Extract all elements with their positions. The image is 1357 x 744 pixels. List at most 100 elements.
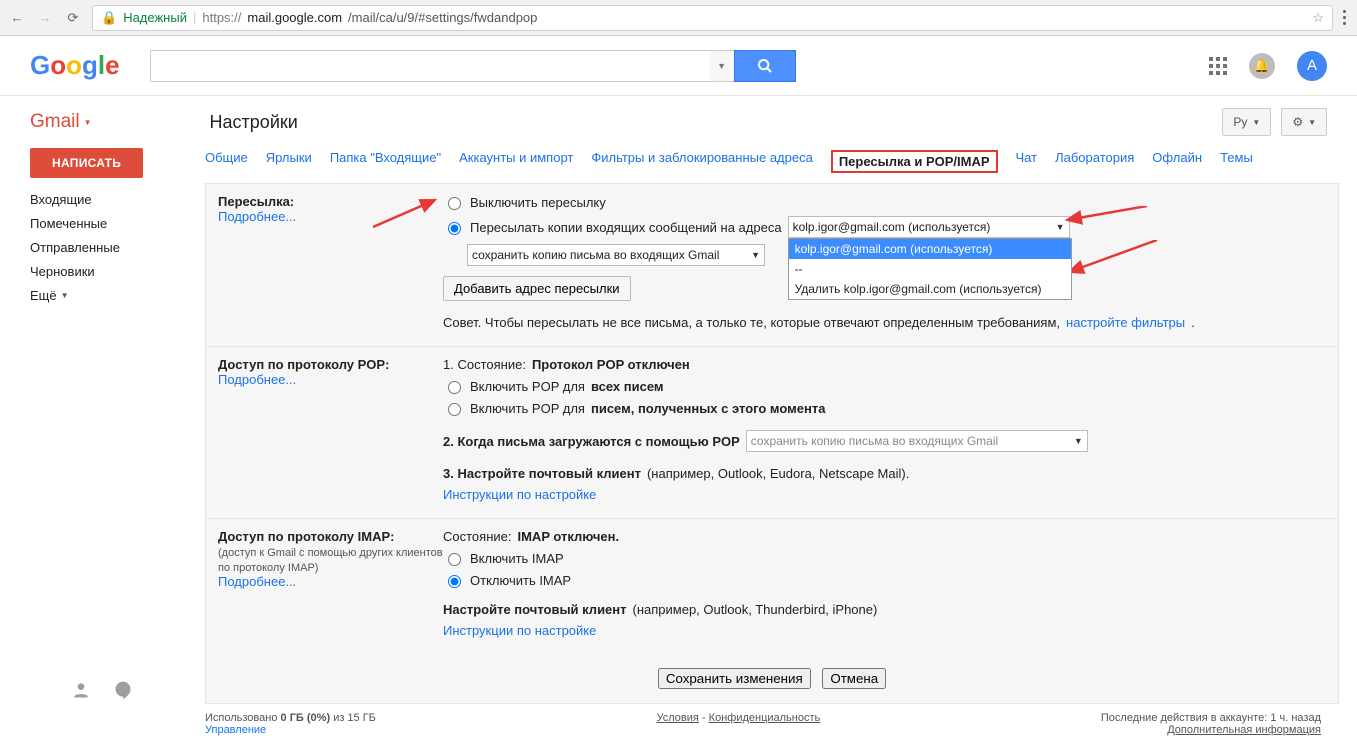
settings-gear-button[interactable]: ⚙ ▼ — [1281, 108, 1327, 136]
chevron-down-icon: ▼ — [751, 250, 760, 260]
sidebar-item-drafts[interactable]: Черновики — [30, 264, 205, 279]
pop-status: Протокол POP отключен — [532, 357, 690, 372]
hangouts-icon[interactable] — [112, 679, 134, 701]
forwarding-tip-text: Совет. Чтобы пересылать не все письма, а… — [443, 315, 1060, 330]
chevron-down-icon: ▼ — [1252, 118, 1260, 127]
lock-icon: 🔒 — [101, 10, 117, 26]
keep-copy-select[interactable]: сохранить копию письма во входящих Gmail… — [467, 244, 765, 266]
address-bar[interactable]: 🔒 Надежный | https://mail.google.com/mai… — [92, 5, 1333, 31]
person-icon[interactable] — [70, 679, 92, 701]
forwarding-title: Пересылка: — [218, 194, 294, 209]
pop-instructions-link[interactable]: Инструкции по настройке — [443, 487, 596, 502]
cancel-button[interactable]: Отмена — [822, 668, 886, 689]
tab-fwdpop[interactable]: Пересылка и POP/IMAP — [839, 154, 990, 169]
label-forward-copy: Пересылать копии входящих сообщений на а… — [470, 220, 782, 235]
compose-button[interactable]: НАПИСАТЬ — [30, 148, 143, 178]
chevron-down-icon: ▼ — [1074, 436, 1083, 446]
dropdown-divider: -- — [789, 259, 1071, 279]
dropdown-option-remove[interactable]: Удалить kolp.igor@gmail.com (используетс… — [789, 279, 1071, 299]
heading-row: Gmail ▼ Настройки Ру ▼ ⚙ ▼ — [0, 96, 1357, 144]
avatar[interactable]: A — [1297, 51, 1327, 81]
footer: Использовано 0 ГБ (0%) из 15 ГБ Управлен… — [205, 704, 1339, 744]
radio-imap-on[interactable] — [448, 553, 461, 566]
google-header: Google ▼ 🔔 A — [0, 36, 1357, 96]
settings-tabs: Общие Ярлыки Папка "Входящие" Аккаунты и… — [205, 144, 1339, 183]
forward-address-select[interactable]: kolp.igor@gmail.com (используется) ▼ kol… — [788, 216, 1070, 238]
imap-instructions-link[interactable]: Инструкции по настройке — [443, 623, 596, 638]
chevron-down-icon: ▼ — [84, 118, 92, 127]
google-logo[interactable]: Google — [30, 50, 120, 81]
save-row: Сохранить изменения Отмена — [206, 654, 1338, 703]
chevron-down-icon: ▼ — [1308, 118, 1316, 127]
reload-icon[interactable]: ⟳ — [64, 9, 82, 27]
apps-grid-icon[interactable] — [1209, 57, 1227, 75]
search-button[interactable] — [734, 50, 796, 82]
tab-themes[interactable]: Темы — [1220, 150, 1253, 173]
sidebar: НАПИСАТЬ Входящие Помеченные Отправленны… — [30, 144, 205, 744]
tab-fwdpop-highlight: Пересылка и POP/IMAP — [831, 150, 998, 173]
sidebar-item-sent[interactable]: Отправленные — [30, 240, 205, 255]
tab-offline[interactable]: Офлайн — [1152, 150, 1202, 173]
page-title: Настройки — [210, 112, 298, 133]
imap-learnmore-link[interactable]: Подробнее... — [218, 574, 296, 589]
imap-status: IMAP отключен. — [517, 529, 619, 544]
section-forwarding: Пересылка: Подробнее... Выключить пересы… — [206, 184, 1338, 347]
back-arrow-icon[interactable]: ← — [8, 9, 26, 27]
pop-learnmore-link[interactable]: Подробнее... — [218, 372, 296, 387]
sidebar-item-starred[interactable]: Помеченные — [30, 216, 205, 231]
search-icon — [757, 58, 773, 74]
search-input[interactable] — [150, 50, 710, 82]
dropdown-option-current[interactable]: kolp.igor@gmail.com (используется) — [789, 239, 1071, 259]
radio-disable-forwarding[interactable] — [448, 197, 461, 210]
tab-labs[interactable]: Лаборатория — [1055, 150, 1134, 173]
secure-label: Надежный — [123, 10, 187, 25]
section-pop: Доступ по протоколу POP: Подробнее... 1.… — [206, 347, 1338, 519]
chevron-down-icon: ▼ — [61, 291, 69, 300]
imap-hint: (доступ к Gmail с помощью других клиенто… — [218, 547, 443, 574]
tab-inbox[interactable]: Папка "Входящие" — [330, 150, 441, 173]
hangouts-bar — [70, 679, 134, 701]
radio-pop-all[interactable] — [448, 381, 461, 394]
add-forwarding-address-button[interactable]: Добавить адрес пересылки — [443, 276, 631, 301]
pop-line2: 2. Когда письма загружаются с помощью PO… — [443, 434, 740, 449]
activity-details-link[interactable]: Дополнительная информация — [1167, 724, 1321, 736]
configure-filters-link[interactable]: настройте фильтры — [1066, 315, 1185, 330]
bookmark-star-icon[interactable]: ☆ — [1312, 10, 1324, 26]
terms-link[interactable]: Условия — [657, 712, 699, 724]
radio-imap-off[interactable] — [448, 575, 461, 588]
sidebar-item-inbox[interactable]: Входящие — [30, 192, 205, 207]
label-disable-forwarding: Выключить пересылку — [470, 195, 606, 210]
forward-address-dropdown: kolp.igor@gmail.com (используется) -- Уд… — [788, 238, 1072, 300]
pop-title: Доступ по протоколу POP: — [218, 357, 389, 372]
browser-menu-icon[interactable] — [1343, 10, 1349, 25]
notifications-icon[interactable]: 🔔 — [1249, 53, 1275, 79]
imap-title: Доступ по протоколу IMAP: — [218, 529, 394, 544]
tab-accounts[interactable]: Аккаунты и импорт — [459, 150, 573, 173]
tab-labels[interactable]: Ярлыки — [266, 150, 312, 173]
radio-forward-copy[interactable] — [448, 222, 461, 235]
search-options-dropdown[interactable]: ▼ — [710, 50, 734, 82]
tab-filters[interactable]: Фильтры и заблокированные адреса — [591, 150, 812, 173]
section-imap: Доступ по протоколу IMAP: (доступ к Gmai… — [206, 519, 1338, 654]
chevron-down-icon: ▼ — [1056, 222, 1065, 232]
manage-storage-link[interactable]: Управление — [205, 724, 266, 736]
save-button[interactable]: Сохранить изменения — [658, 668, 811, 689]
language-button[interactable]: Ру ▼ — [1222, 108, 1271, 136]
tab-chat[interactable]: Чат — [1016, 150, 1038, 173]
radio-pop-new[interactable] — [448, 403, 461, 416]
privacy-link[interactable]: Конфиденциальность — [709, 712, 821, 724]
pop-action-select[interactable]: сохранить копию письма во входящих Gmail… — [746, 430, 1088, 452]
sidebar-item-more[interactable]: Ещё ▼ — [30, 288, 205, 303]
tab-general[interactable]: Общие — [205, 150, 248, 173]
search-box: ▼ — [150, 50, 796, 82]
gear-icon: ⚙ — [1292, 115, 1303, 129]
forward-arrow-icon[interactable]: → — [36, 9, 54, 27]
last-activity-text: Последние действия в аккаунте: 1 ч. наза… — [1101, 712, 1321, 724]
settings-main: Общие Ярлыки Папка "Входящие" Аккаунты и… — [205, 144, 1357, 744]
forwarding-learnmore-link[interactable]: Подробнее... — [218, 209, 296, 224]
url-host: mail.google.com — [247, 10, 342, 25]
url-prefix: https:// — [202, 10, 241, 25]
gmail-product-label[interactable]: Gmail ▼ — [30, 111, 92, 133]
browser-toolbar: ← → ⟳ 🔒 Надежный | https://mail.google.c… — [0, 0, 1357, 36]
url-path: /mail/ca/u/9/#settings/fwdandpop — [348, 10, 537, 25]
